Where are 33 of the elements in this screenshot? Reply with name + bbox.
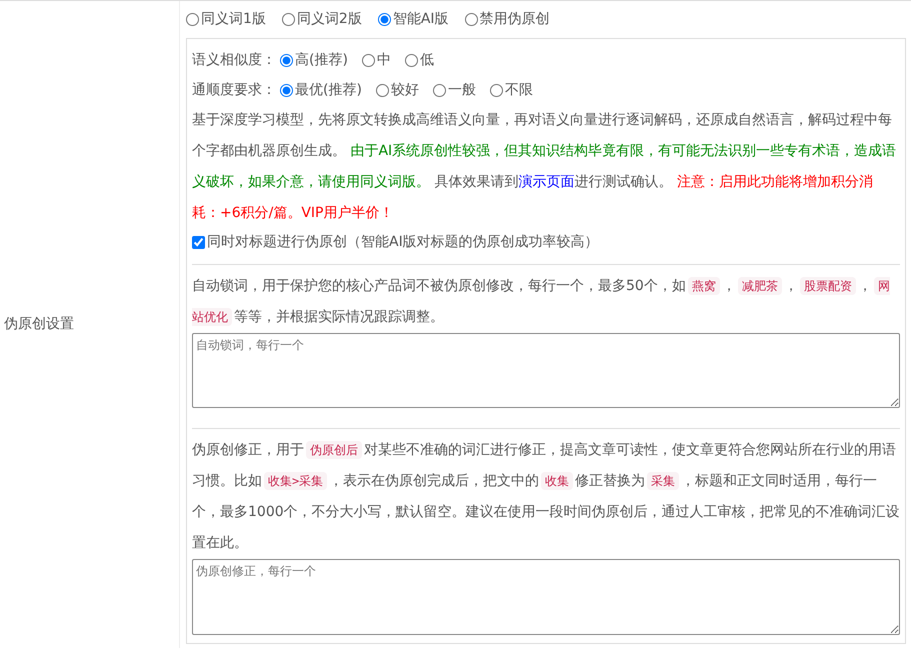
option-label: 通顺度要求： xyxy=(192,80,276,100)
title-option-label[interactable]: 同时对标题进行伪原创（智能AI版对标题的伪原创成功率较高） xyxy=(207,232,599,252)
corrections-description: 伪原创修正，用于 伪原创后 对某些不准确的词汇进行修正，提高文章可读性，使文章更符合您网站所在行业的用语习惯。比如 收集>采集 ，表示在伪原创完成后，把文中的 收集 修正替换为 采集 ，标题和正文同时适用，每行一个，最多1000个，不分大小写，默认留空。建议在使用一段时间伪原创后，通过人工审核，把常见的不准确词汇设置在此。 xyxy=(192,440,900,552)
mode-label[interactable]: 同义词2版 xyxy=(296,9,362,30)
option-radio[interactable] xyxy=(404,54,418,66)
option-label[interactable]: 高(推荐) xyxy=(295,50,348,70)
option-label[interactable]: 不限 xyxy=(504,80,533,100)
corrections-field[interactable]: 伪原创修正，每行一个 xyxy=(192,558,900,634)
option-label[interactable]: 较好 xyxy=(390,80,419,100)
option-label[interactable]: 最优(推荐) xyxy=(295,80,362,100)
mode-label[interactable]: 智能AI版 xyxy=(392,9,449,30)
option-radio[interactable] xyxy=(432,84,446,96)
option-radio[interactable] xyxy=(280,54,293,66)
option-radio[interactable] xyxy=(280,84,293,96)
option-label[interactable]: 中 xyxy=(376,50,391,70)
lock-words-field[interactable]: 自动锁词，每行一个 xyxy=(192,332,900,408)
option-label[interactable]: 低 xyxy=(420,50,434,70)
option-label: 语义相似度： xyxy=(192,50,276,70)
option-label[interactable]: 一般 xyxy=(448,80,476,100)
mode-radio[interactable] xyxy=(186,13,199,26)
title-option-checkbox[interactable] xyxy=(192,236,205,248)
description-text: 基于深度学习模型，先将原文转换成高维语义向量，再对语义向量进行逐词解码，还原成自然语言，解码过程中每个字都由机器原创生成。 由于AI系统原创性较强，但其知识结构毕竟有限，有可能无法识别一些专有术语，造成语义破坏，如果介意，请使用同义词版。 具体效果请到演示页面进行测试确认。 注意：启用此功能将增加积分消耗：+6积分/篇。VIP用户半价！ xyxy=(192,111,898,223)
option-radio[interactable] xyxy=(376,84,389,96)
mode-label[interactable]: 同义词1版 xyxy=(201,9,266,30)
mode-radio[interactable] xyxy=(378,13,391,26)
mode-radio[interactable] xyxy=(282,13,295,26)
mode-label[interactable]: 禁用伪原创 xyxy=(480,9,550,30)
option-radio[interactable] xyxy=(490,84,503,96)
option-radio[interactable] xyxy=(362,54,375,66)
demo-page-link[interactable]: 演示页面 xyxy=(518,174,574,190)
lock-words-description: 自动锁词，用于保护您的核心产品词不被伪原创修改，每行一个，最多50个，如 燕窝 ， 减肥茶 ， 股票配资 ， 网站优化 等等，并根据实际情况跟踪调整。 xyxy=(192,276,891,328)
mode-radio[interactable] xyxy=(464,13,478,26)
section-label: 伪原创设置 xyxy=(4,314,74,334)
